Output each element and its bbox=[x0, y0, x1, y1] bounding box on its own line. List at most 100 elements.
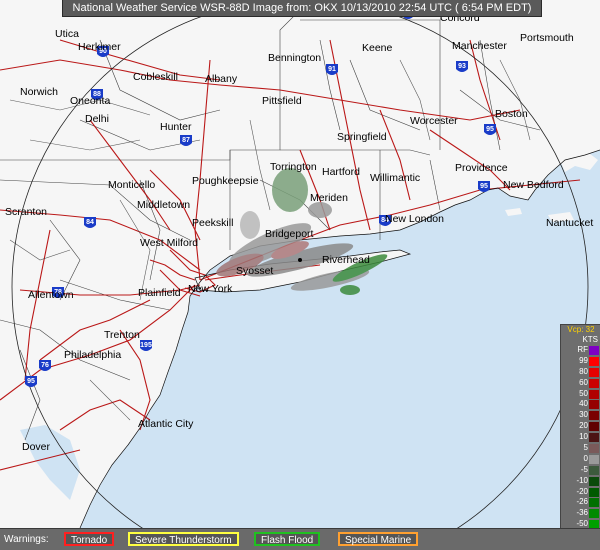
legend-entry: 40 bbox=[561, 399, 600, 410]
city-label: Pittsfield bbox=[262, 95, 302, 107]
legend-color-swatch bbox=[589, 444, 599, 454]
city-label: Atlantic City bbox=[138, 418, 194, 430]
legend-entry-label: 60 bbox=[579, 377, 588, 387]
flash-flood-warning-toggle[interactable]: Flash Flood bbox=[254, 532, 321, 546]
city-label: Trenton bbox=[104, 329, 140, 341]
legend-color-swatch bbox=[589, 422, 599, 432]
city-label: West Milford bbox=[140, 237, 198, 249]
legend-title: Vcp: 32 bbox=[567, 325, 595, 334]
city-label: Nantucket bbox=[546, 217, 593, 229]
city-label: Middletown bbox=[137, 199, 190, 211]
legend-color-swatch bbox=[589, 389, 599, 399]
city-label: Torrington bbox=[270, 161, 317, 173]
interstate-shield-label: 195 bbox=[140, 342, 152, 349]
legend-entry: 20 bbox=[561, 421, 600, 432]
radar-map[interactable]: 90 88 87 91 93 95 84 84 95 78 195 76 95 … bbox=[0, 0, 600, 550]
city-label: Hunter bbox=[160, 121, 192, 133]
city-label: Scranton bbox=[5, 206, 47, 218]
legend-color-swatch bbox=[589, 356, 599, 366]
city-label: Herkimer bbox=[78, 41, 121, 53]
city-label: Syosset bbox=[236, 265, 273, 277]
severe-thunderstorm-warning-toggle[interactable]: Severe Thunderstorm bbox=[128, 532, 239, 546]
legend-entry: -5 bbox=[561, 465, 600, 476]
legend-color-swatch bbox=[589, 465, 599, 475]
city-label: New Bedford bbox=[503, 179, 564, 191]
legend-color-swatch bbox=[589, 400, 599, 410]
legend-entry-label: 30 bbox=[579, 410, 588, 420]
legend-entry-label: 40 bbox=[579, 399, 588, 409]
legend-entry: 80 bbox=[561, 367, 600, 378]
legend-entry-label: 50 bbox=[579, 388, 588, 398]
image-title: National Weather Service WSR-88D Image f… bbox=[62, 0, 542, 17]
city-label: Hartford bbox=[322, 166, 360, 178]
legend-color-swatch bbox=[589, 346, 599, 355]
city-label: Plainfield bbox=[138, 287, 181, 299]
interstate-shield-label: 91 bbox=[328, 66, 336, 73]
legend-entry: -26 bbox=[561, 497, 600, 508]
warnings-label: Warnings: bbox=[4, 534, 49, 545]
legend-units: KTS bbox=[582, 335, 598, 344]
city-label: Monticello bbox=[108, 179, 155, 191]
velocity-legend: Vcp: 32 KTS RF 99 80 60 50 40 30 20 10 5 0 -5 -10 -20… bbox=[560, 324, 600, 550]
legend-color-swatch bbox=[589, 411, 599, 421]
legend-color-swatch bbox=[589, 487, 599, 497]
legend-entry-label: -10 bbox=[576, 475, 588, 485]
city-label: Keene bbox=[362, 42, 393, 54]
warnings-bar: Warnings: Tornado Severe Thunderstorm Fl… bbox=[0, 528, 600, 550]
legend-entry-label: 5 bbox=[583, 443, 588, 453]
interstate-shield-label: 93 bbox=[458, 63, 466, 70]
city-label: Willimantic bbox=[370, 172, 420, 184]
city-label: Bridgeport bbox=[265, 228, 314, 240]
legend-entry: 5 bbox=[561, 443, 600, 454]
city-label: Utica bbox=[55, 28, 79, 40]
legend-color-swatch bbox=[589, 378, 599, 388]
legend-entry-label: RF bbox=[577, 345, 588, 354]
legend-entry: 60 bbox=[561, 378, 600, 389]
city-label: Riverhead bbox=[322, 254, 370, 266]
legend-color-swatch bbox=[589, 454, 599, 464]
tornado-warning-toggle[interactable]: Tornado bbox=[64, 532, 115, 546]
city-label: Philadelphia bbox=[64, 349, 121, 361]
city-label: Albany bbox=[205, 73, 238, 85]
city-label: Oneonta bbox=[70, 95, 110, 107]
radar-viewer: 90 88 87 91 93 95 84 84 95 78 195 76 95 … bbox=[0, 0, 600, 550]
legend-color-swatch bbox=[589, 433, 599, 443]
city-label: Portsmouth bbox=[520, 32, 574, 44]
legend-scale: RF998060504030201050-5-10-20-26-36-50-64… bbox=[561, 345, 600, 550]
legend-color-swatch bbox=[589, 476, 599, 486]
interstate-shield-label: 95 bbox=[27, 378, 35, 385]
legend-entry-label: -20 bbox=[576, 486, 588, 496]
city-label: Providence bbox=[455, 162, 508, 174]
interstate-shield-label: 95 bbox=[486, 126, 494, 133]
city-label: Bennington bbox=[268, 52, 321, 64]
city-label: Delhi bbox=[85, 113, 109, 125]
legend-color-swatch bbox=[589, 509, 599, 519]
city-label: Peekskill bbox=[192, 217, 233, 229]
legend-entry-label: 99 bbox=[579, 355, 588, 365]
legend-entry: -20 bbox=[561, 487, 600, 498]
city-label: Allentown bbox=[28, 289, 74, 301]
city-label: Boston bbox=[495, 108, 528, 120]
city-label: Manchester bbox=[452, 40, 507, 52]
legend-entry: 99 bbox=[561, 356, 600, 367]
interstate-shield-label: 76 bbox=[41, 362, 49, 369]
city-label: New York bbox=[188, 283, 233, 295]
special-marine-warning-toggle[interactable]: Special Marine bbox=[338, 532, 419, 546]
legend-entry: RF bbox=[561, 345, 600, 356]
legend-color-swatch bbox=[589, 498, 599, 508]
interstate-shield-label: 84 bbox=[86, 219, 94, 226]
city-label: Worcester bbox=[410, 115, 458, 127]
legend-color-swatch bbox=[589, 367, 599, 377]
legend-entry-label: 10 bbox=[579, 432, 588, 442]
legend-entry-label: -36 bbox=[576, 508, 588, 518]
interstate-shield-label: 87 bbox=[182, 137, 190, 144]
legend-entry: -36 bbox=[561, 508, 600, 519]
city-label: Norwich bbox=[20, 86, 58, 98]
legend-entry: 50 bbox=[561, 389, 600, 400]
interstate-shield-label: 95 bbox=[480, 183, 488, 190]
legend-entry: -10 bbox=[561, 476, 600, 487]
legend-entry-label: -5 bbox=[580, 464, 588, 474]
city-label: Springfield bbox=[337, 131, 387, 143]
city-label: Meriden bbox=[310, 192, 348, 204]
city-label: Dover bbox=[22, 441, 51, 453]
